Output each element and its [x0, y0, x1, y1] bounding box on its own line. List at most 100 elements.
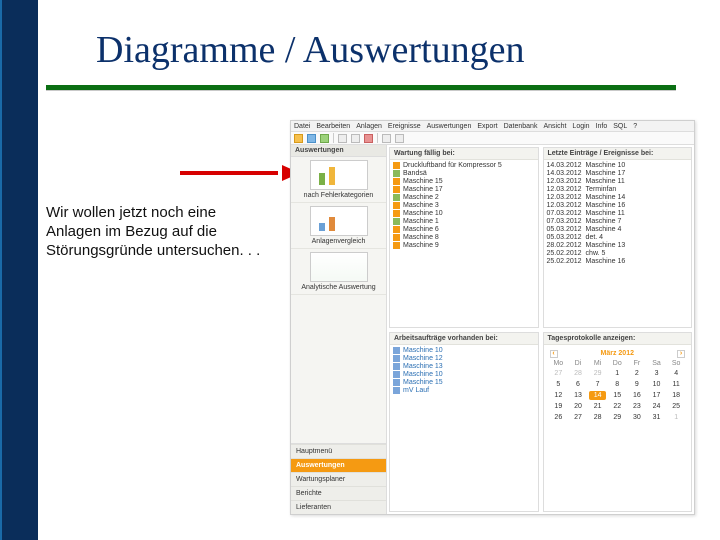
list-item[interactable]: 14.03.2012Maschine 17 [547, 170, 689, 177]
calendar-day[interactable]: 7 [589, 380, 607, 389]
calendar-day[interactable]: 24 [648, 402, 666, 411]
menu-item[interactable]: Auswertungen [427, 123, 472, 130]
list-item[interactable]: Maschine 8 [393, 234, 535, 241]
menu-item[interactable]: Anlagen [356, 123, 382, 130]
calendar-day[interactable]: 16 [628, 391, 646, 400]
calendar-day[interactable]: 26 [550, 413, 568, 422]
calendar-day[interactable]: 22 [608, 402, 626, 411]
calendar-day[interactable]: 10 [648, 380, 666, 389]
calendar-next-icon[interactable]: › [677, 350, 685, 358]
sidebar-nav-item[interactable]: Hauptmenü [291, 444, 386, 458]
calendar-day[interactable]: 8 [608, 380, 626, 389]
sidebar-nav-item[interactable]: Lieferanten [291, 500, 386, 514]
toolbar-icon[interactable] [320, 134, 329, 143]
calendar-day[interactable]: 4 [667, 369, 685, 378]
menu-item[interactable]: Login [572, 123, 589, 130]
list-item[interactable]: Maschine 9 [393, 242, 535, 249]
calendar-day[interactable]: 17 [648, 391, 666, 400]
toolbar-icon[interactable] [351, 134, 360, 143]
toolbar-icon[interactable] [395, 134, 404, 143]
calendar-day[interactable]: 5 [550, 380, 568, 389]
calendar-day[interactable]: 6 [569, 380, 587, 389]
calendar-day[interactable]: 29 [608, 413, 626, 422]
calendar-day[interactable]: 28 [589, 413, 607, 422]
menu-item[interactable]: ? [633, 123, 637, 130]
menu-item[interactable]: SQL [613, 123, 627, 130]
calendar-day[interactable]: 12 [550, 391, 568, 400]
calendar-day[interactable]: 19 [550, 402, 568, 411]
list-item[interactable]: 07.03.2012Maschine 7 [547, 218, 689, 225]
toolbar-icon[interactable] [294, 134, 303, 143]
menu-item[interactable]: Info [596, 123, 608, 130]
list-item[interactable]: Maschine 2 [393, 194, 535, 201]
list-item[interactable]: Maschine 13 [393, 363, 535, 370]
toolbar-icon[interactable] [364, 134, 373, 143]
list-item[interactable]: Druckluftband für Kompressor 5 [393, 162, 535, 169]
calendar-day[interactable]: 2 [628, 369, 646, 378]
calendar-day-muted[interactable]: 27 [550, 369, 568, 378]
menu-item[interactable]: Export [477, 123, 497, 130]
list-item[interactable]: Maschine 3 [393, 202, 535, 209]
event-timestamp: 05.03.2012 [547, 226, 582, 233]
list-item[interactable]: 12.03.2012Terminfan [547, 186, 689, 193]
calendar-day[interactable]: 18 [667, 391, 685, 400]
calendar-day-today[interactable]: 14 [589, 391, 607, 400]
list-item[interactable]: 12.03.2012Maschine 11 [547, 178, 689, 185]
menu-item[interactable]: Ansicht [543, 123, 566, 130]
calendar-day[interactable]: 27 [569, 413, 587, 422]
calendar-day[interactable]: 30 [628, 413, 646, 422]
calendar-day[interactable]: 13 [569, 391, 587, 400]
list-item[interactable]: 12.03.2012Maschine 16 [547, 202, 689, 209]
app-menu-bar[interactable]: Datei Bearbeiten Anlagen Ereignisse Auswertu… [291, 121, 694, 132]
list-item[interactable]: 25.02.2012Maschine 16 [547, 258, 689, 265]
task-icon [393, 371, 400, 378]
sidebar-nav-item[interactable]: Auswertungen [291, 458, 386, 472]
list-item[interactable]: 25.02.2012chw. 5 [547, 250, 689, 257]
list-item[interactable]: 05.03.2012Maschine 4 [547, 226, 689, 233]
list-item[interactable]: Bandsä [393, 170, 535, 177]
list-item[interactable]: 05.03.2012det. 4 [547, 234, 689, 241]
calendar-day[interactable]: 21 [589, 402, 607, 411]
list-item[interactable]: 07.03.2012Maschine 11 [547, 210, 689, 217]
sidebar-block[interactable]: Anlagenvergleich [291, 203, 386, 249]
calendar-day[interactable]: 11 [667, 380, 685, 389]
calendar-day[interactable]: 23 [628, 402, 646, 411]
calendar-day[interactable]: 9 [628, 380, 646, 389]
list-item[interactable]: Maschine 12 [393, 355, 535, 362]
list-item[interactable]: 12.03.2012Maschine 14 [547, 194, 689, 201]
menu-item[interactable]: Datei [294, 123, 310, 130]
list-item[interactable]: Maschine 10 [393, 210, 535, 217]
calendar-widget[interactable]: ‹ März 2012 › MoDiMiDoFrSaSo272829123456… [547, 347, 689, 425]
list-item[interactable]: Maschine 10 [393, 371, 535, 378]
menu-item[interactable]: Ereignisse [388, 123, 421, 130]
calendar-day-muted[interactable]: 29 [589, 369, 607, 378]
sidebar-block[interactable]: Analytische Auswertung [291, 249, 386, 295]
list-item[interactable]: Maschine 15 [393, 379, 535, 386]
list-item[interactable]: 28.02.2012Maschine 13 [547, 242, 689, 249]
list-item[interactable]: Maschine 10 [393, 347, 535, 354]
calendar-day[interactable]: 20 [569, 402, 587, 411]
sidebar-nav-item[interactable]: Berichte [291, 486, 386, 500]
toolbar-icon[interactable] [307, 134, 316, 143]
toolbar-icon[interactable] [382, 134, 391, 143]
menu-item[interactable]: Datenbank [504, 123, 538, 130]
list-item[interactable]: Maschine 1 [393, 218, 535, 225]
calendar-day-muted[interactable]: 28 [569, 369, 587, 378]
calendar-prev-icon[interactable]: ‹ [550, 350, 558, 358]
list-item[interactable]: Maschine 15 [393, 178, 535, 185]
list-item[interactable]: 14.03.2012Maschine 10 [547, 162, 689, 169]
toolbar-icon[interactable] [338, 134, 347, 143]
list-item[interactable]: mV Lauf [393, 387, 535, 394]
calendar-day[interactable]: 1 [608, 369, 626, 378]
sidebar-block[interactable]: nach Fehlerkategorien [291, 157, 386, 203]
calendar-day[interactable]: 15 [608, 391, 626, 400]
list-item[interactable]: Maschine 6 [393, 226, 535, 233]
calendar-day[interactable]: 3 [648, 369, 666, 378]
calendar-day[interactable]: 25 [667, 402, 685, 411]
menu-item[interactable]: Bearbeiten [316, 123, 350, 130]
sidebar-nav-item[interactable]: Wartungsplaner [291, 472, 386, 486]
list-item[interactable]: Maschine 17 [393, 186, 535, 193]
app-toolbar[interactable] [291, 132, 694, 145]
calendar-day-muted[interactable]: 1 [667, 413, 685, 422]
calendar-day[interactable]: 31 [648, 413, 666, 422]
